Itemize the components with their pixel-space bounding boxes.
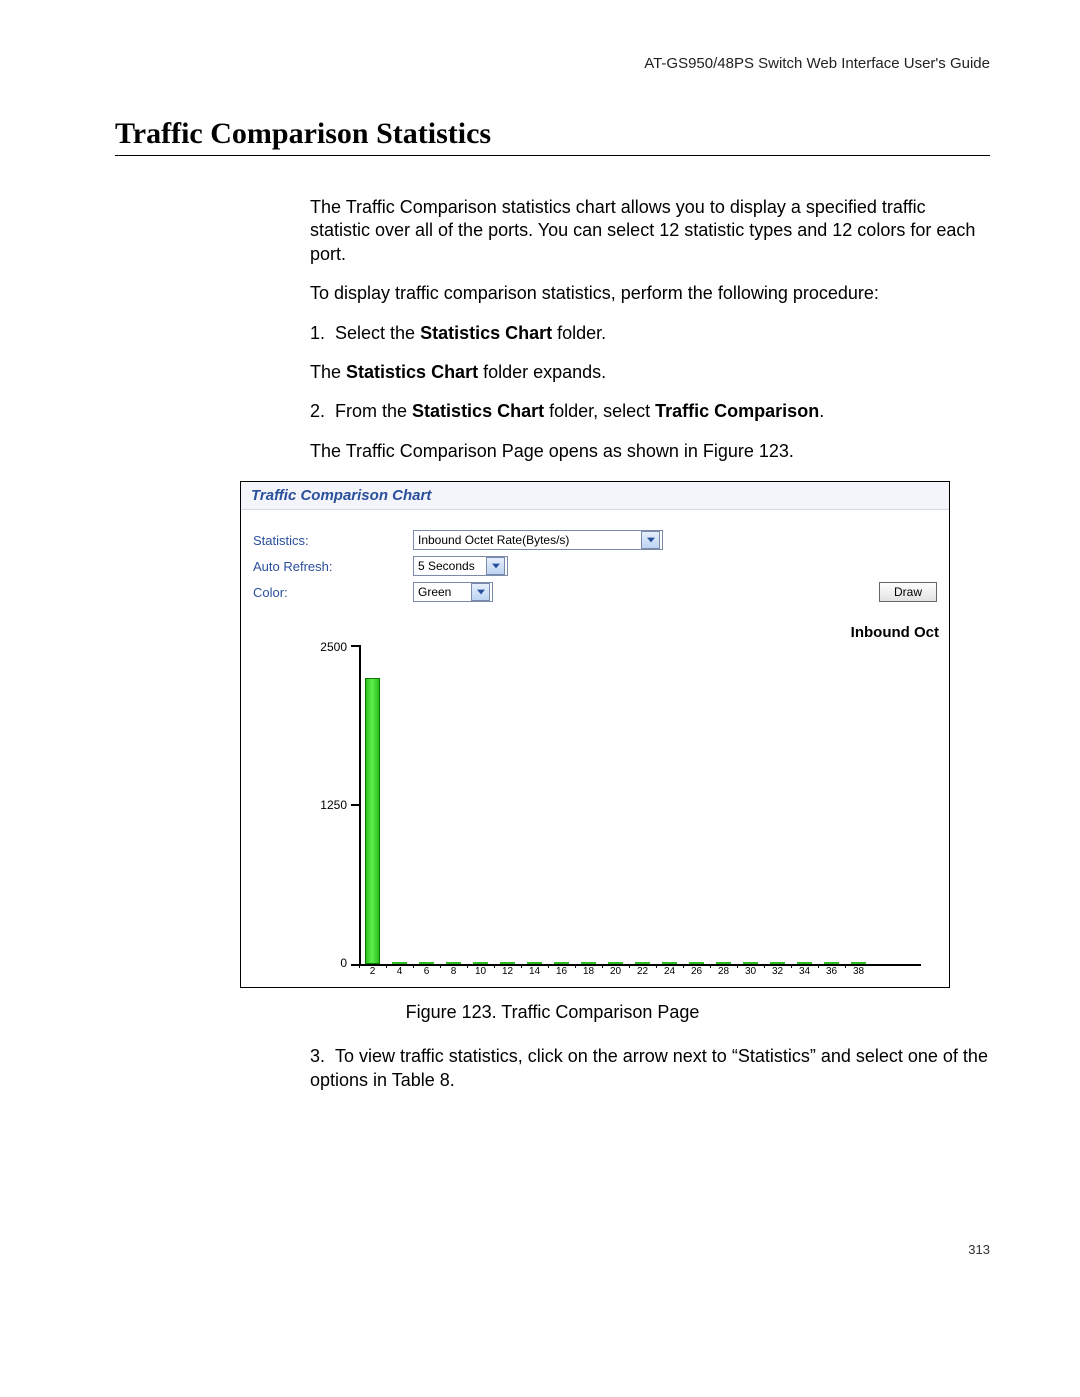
- x-tick-label: 36: [818, 966, 845, 977]
- x-tick-label: 30: [737, 966, 764, 977]
- select-auto-refresh[interactable]: 5 Seconds: [413, 556, 508, 576]
- y-tick-label: 2500: [307, 640, 347, 654]
- bar: [473, 962, 488, 964]
- step-1-result: The Statistics Chart folder expands.: [310, 361, 990, 384]
- x-tick-label: 12: [494, 966, 521, 977]
- select-statistics[interactable]: Inbound Octet Rate(Bytes/s): [413, 530, 663, 550]
- bar: [797, 962, 812, 964]
- bar: [662, 962, 677, 964]
- step-1: 1. Select the Statistics Chart folder.: [310, 322, 990, 345]
- x-tick-label: 8: [440, 966, 467, 977]
- bar: [851, 962, 866, 964]
- label-statistics: Statistics:: [253, 533, 413, 548]
- x-tick-label: 26: [683, 966, 710, 977]
- chart-title: Inbound Oct: [851, 624, 939, 641]
- x-tick-label: 18: [575, 966, 602, 977]
- x-tick-label: 38: [845, 966, 872, 977]
- label-color: Color:: [253, 585, 413, 600]
- step-2-result: The Traffic Comparison Page opens as sho…: [310, 440, 990, 463]
- x-tick-label: 34: [791, 966, 818, 977]
- bar: [365, 678, 380, 964]
- bar: [446, 962, 461, 964]
- x-tick-label: 24: [656, 966, 683, 977]
- select-auto-refresh-value: 5 Seconds: [418, 559, 475, 573]
- plot-area: [359, 646, 921, 966]
- figure-caption: Figure 123. Traffic Comparison Page: [115, 1002, 990, 1023]
- chevron-down-icon[interactable]: [471, 583, 490, 601]
- select-color-value: Green: [418, 585, 451, 599]
- bar: [716, 962, 731, 964]
- y-tick: [351, 645, 361, 647]
- chevron-down-icon[interactable]: [486, 557, 505, 575]
- x-tick-label: 20: [602, 966, 629, 977]
- bar: [824, 962, 839, 964]
- x-axis: 2468101214161820222426283032343638: [359, 966, 919, 984]
- x-tick-label: 2: [359, 966, 386, 977]
- bar: [581, 962, 596, 964]
- bar: [608, 962, 623, 964]
- x-tick-label: 6: [413, 966, 440, 977]
- y-tick: [351, 804, 361, 806]
- select-statistics-value: Inbound Octet Rate(Bytes/s): [418, 533, 569, 547]
- bar: [554, 962, 569, 964]
- step-3: 3. To view traffic statistics, click on …: [310, 1045, 990, 1092]
- y-tick-label: 0: [307, 956, 347, 970]
- draw-button[interactable]: Draw: [879, 582, 937, 602]
- label-auto-refresh: Auto Refresh:: [253, 559, 413, 574]
- doc-header: AT-GS950/48PS Switch Web Interface User'…: [115, 55, 990, 72]
- page-number: 313: [115, 1242, 990, 1257]
- bar: [770, 962, 785, 964]
- panel-title: Traffic Comparison Chart: [241, 482, 949, 510]
- select-color[interactable]: Green: [413, 582, 493, 602]
- x-tick-label: 10: [467, 966, 494, 977]
- bar: [419, 962, 434, 964]
- x-tick-label: 14: [521, 966, 548, 977]
- x-tick-label: 28: [710, 966, 737, 977]
- x-tick-label: 4: [386, 966, 413, 977]
- intro-paragraph: The Traffic Comparison statistics chart …: [310, 196, 990, 266]
- bar: [743, 962, 758, 964]
- y-tick-label: 1250: [307, 798, 347, 812]
- x-tick-label: 22: [629, 966, 656, 977]
- figure-screenshot: Traffic Comparison Chart Statistics: Inb…: [240, 481, 950, 988]
- section-title: Traffic Comparison Statistics: [115, 117, 990, 156]
- chevron-down-icon[interactable]: [641, 531, 660, 549]
- step-2: 2. From the Statistics Chart folder, sel…: [310, 400, 990, 423]
- x-tick-label: 32: [764, 966, 791, 977]
- chart: Inbound Oct 2500 1250 0 2468101214161820…: [241, 622, 949, 987]
- bar: [392, 962, 407, 964]
- bar: [500, 962, 515, 964]
- x-tick-label: 16: [548, 966, 575, 977]
- bar: [689, 962, 704, 964]
- bar: [635, 962, 650, 964]
- lead-paragraph: To display traffic comparison statistics…: [310, 282, 990, 305]
- bar: [527, 962, 542, 964]
